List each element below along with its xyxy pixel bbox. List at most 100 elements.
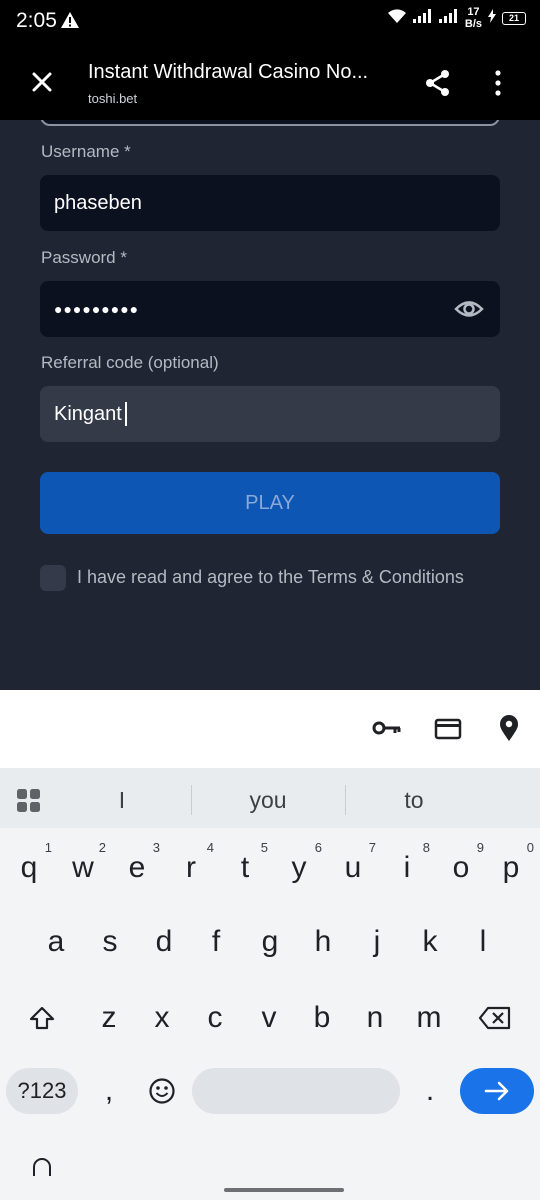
- symbols-key-label: ?123: [17, 1078, 67, 1103]
- key-label: .: [425, 1074, 435, 1107]
- key-i[interactable]: i8: [380, 838, 434, 898]
- show-password-button[interactable]: [454, 295, 484, 323]
- key-h[interactable]: h: [296, 912, 350, 972]
- key-label: b: [313, 1001, 331, 1034]
- password-autofill-button[interactable]: [372, 718, 402, 743]
- key-label: z: [101, 1001, 117, 1034]
- play-label: PLAY: [245, 491, 295, 514]
- key-label: s: [102, 925, 118, 958]
- address-autofill-button[interactable]: [498, 714, 520, 747]
- key-icon: [372, 721, 401, 735]
- key-hint: 2: [98, 840, 106, 855]
- keyboard-switch-button[interactable]: [30, 1158, 54, 1183]
- page-title: Instant Withdrawal Casino No...: [88, 61, 369, 83]
- referral-code-input[interactable]: Kingant: [40, 386, 500, 442]
- comma-key[interactable]: ,: [82, 1061, 136, 1121]
- key-c[interactable]: c: [188, 988, 242, 1048]
- key-y[interactable]: y6: [272, 838, 326, 898]
- key-d[interactable]: d: [137, 912, 191, 972]
- terms-checkbox[interactable]: [40, 565, 66, 591]
- share-icon: [426, 70, 449, 96]
- payment-autofill-button[interactable]: [434, 718, 462, 745]
- key-m[interactable]: m: [402, 988, 456, 1048]
- key-label: a: [47, 925, 65, 958]
- status-time: 2:05: [16, 9, 57, 32]
- navigation-handle[interactable]: [224, 1188, 344, 1192]
- key-hint: 9: [476, 840, 484, 855]
- wifi-icon: [387, 8, 407, 29]
- page-domain: toshi.bet: [88, 91, 138, 106]
- enter-key[interactable]: [460, 1068, 534, 1114]
- autofill-bar: [0, 690, 540, 768]
- keyboard-apps-button[interactable]: [16, 788, 42, 814]
- referral-value: Kingant: [54, 402, 122, 425]
- more-vert-icon: [495, 70, 501, 96]
- text-cursor: [124, 402, 127, 426]
- key-o[interactable]: o9: [434, 838, 488, 898]
- key-label: o: [452, 851, 470, 884]
- key-g[interactable]: g: [243, 912, 297, 972]
- key-f[interactable]: f: [189, 912, 243, 972]
- key-label: n: [366, 1001, 384, 1034]
- key-s[interactable]: s: [83, 912, 137, 972]
- warning-icon: [60, 11, 80, 34]
- key-a[interactable]: a: [29, 912, 83, 972]
- key-w[interactable]: w2: [56, 838, 110, 898]
- status-icons: 17 B/s 21: [387, 6, 526, 30]
- key-label: t: [240, 851, 250, 884]
- password-value: ●●●●●●●●●: [54, 301, 140, 317]
- key-n[interactable]: n: [348, 988, 402, 1048]
- key-t[interactable]: t5: [218, 838, 272, 898]
- close-button[interactable]: [26, 66, 58, 98]
- key-label: y: [291, 851, 307, 884]
- key-b[interactable]: b: [295, 988, 349, 1048]
- referral-label: Referral code (optional): [41, 353, 219, 372]
- charging-icon: [488, 8, 496, 28]
- share-button[interactable]: [423, 68, 453, 98]
- key-e[interactable]: e3: [110, 838, 164, 898]
- key-hint: 7: [368, 840, 376, 855]
- shift-key[interactable]: [15, 988, 69, 1048]
- battery-icon: 21: [502, 11, 526, 25]
- key-hint: 3: [152, 840, 160, 855]
- key-v[interactable]: v: [242, 988, 296, 1048]
- emoji-icon: [149, 1078, 175, 1104]
- key-label: q: [20, 851, 38, 884]
- eye-icon: [454, 301, 484, 317]
- key-label: r: [186, 851, 196, 884]
- play-button[interactable]: PLAY: [40, 472, 500, 534]
- key-l[interactable]: l: [456, 912, 510, 972]
- key-hint: 1: [44, 840, 52, 855]
- network-speed-unit: B/s: [464, 18, 482, 30]
- close-icon: [32, 72, 52, 92]
- emoji-key[interactable]: [135, 1061, 189, 1121]
- key-j[interactable]: j: [350, 912, 404, 972]
- suggestion-2[interactable]: you: [228, 787, 308, 814]
- key-p[interactable]: p0: [484, 838, 538, 898]
- key-r[interactable]: r4: [164, 838, 218, 898]
- username-input[interactable]: phaseben: [40, 175, 500, 231]
- space-key[interactable]: [192, 1068, 400, 1114]
- key-label: ,: [104, 1074, 114, 1107]
- previous-field-edge: [40, 120, 500, 126]
- key-k[interactable]: k: [403, 912, 457, 972]
- keyboard-down-icon: [33, 1158, 51, 1176]
- key-u[interactable]: u7: [326, 838, 380, 898]
- network-speed: 17 B/s: [465, 6, 482, 30]
- key-q[interactable]: q1: [2, 838, 56, 898]
- status-bar: 2:05 17 B/s 21: [0, 0, 540, 44]
- key-x[interactable]: x: [135, 988, 189, 1048]
- key-label: j: [373, 925, 381, 958]
- password-input[interactable]: ●●●●●●●●●: [40, 281, 500, 337]
- backspace-key[interactable]: [468, 988, 522, 1048]
- key-label: g: [261, 925, 279, 958]
- more-options-button[interactable]: [488, 68, 508, 98]
- symbols-key[interactable]: ?123: [6, 1068, 78, 1114]
- suggestion-3[interactable]: to: [374, 787, 454, 814]
- suggestion-1[interactable]: I: [82, 787, 162, 814]
- key-z[interactable]: z: [82, 988, 136, 1048]
- browser-header: Instant Withdrawal Casino No... toshi.be…: [0, 44, 540, 120]
- period-key[interactable]: .: [403, 1061, 457, 1121]
- key-label: v: [261, 1001, 277, 1034]
- username-value: phaseben: [54, 191, 142, 214]
